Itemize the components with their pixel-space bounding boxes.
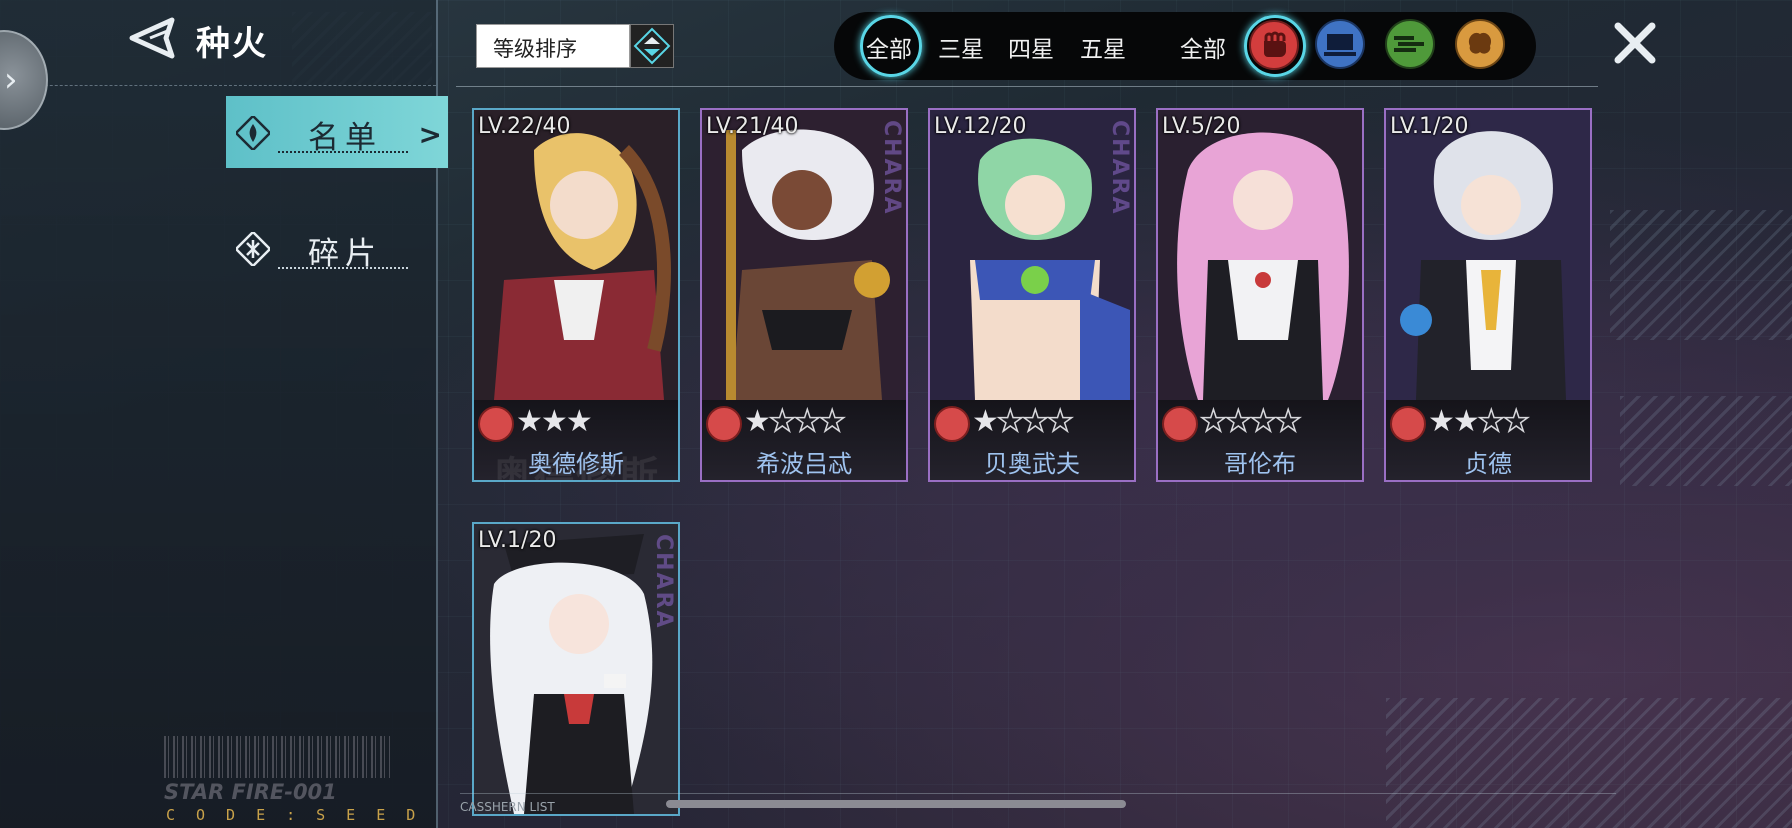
character-portrait <box>930 110 1134 400</box>
card-level: LV.12/20 <box>934 114 1027 139</box>
sort-toggle-icon[interactable] <box>630 24 674 68</box>
star-icon: ★ <box>516 404 543 439</box>
character-portrait <box>1386 110 1590 400</box>
character-card[interactable]: LV.21/40 CHARA ★★★★ 希波吕忒 <box>700 108 908 482</box>
divider <box>460 793 1616 794</box>
underline <box>278 267 408 269</box>
card-name: 贞德 <box>1464 450 1512 478</box>
star-rating: ★★★ <box>516 404 593 439</box>
filter-five-star[interactable]: 五星 <box>1080 30 1126 64</box>
barcode-label: STAR FIRE-001 <box>164 780 337 804</box>
star-rating: ★★★★ <box>1428 403 1530 440</box>
filter-rarity-all[interactable]: 全部 <box>866 30 912 64</box>
card-watermark: CHARA <box>1107 120 1132 216</box>
character-card[interactable]: LV.1/20 ★★★★ 贞德 <box>1384 108 1592 482</box>
star-icon: ★ <box>565 404 593 439</box>
fist-icon <box>934 406 970 442</box>
star-rating: ★★★★ <box>972 403 1074 440</box>
fist-icon <box>706 406 742 442</box>
horizontal-scrollbar[interactable] <box>666 800 1126 808</box>
star-icon: ★ <box>1249 403 1277 440</box>
card-level: LV.5/20 <box>1162 114 1241 139</box>
character-portrait <box>474 524 678 814</box>
star-icon: ★ <box>1274 403 1302 440</box>
chevron-right-icon: > <box>418 118 442 151</box>
card-name: 贝奥武夫 <box>984 450 1080 478</box>
fist-icon <box>1390 406 1426 442</box>
sidebar-item-fragments[interactable]: 碎片 <box>226 212 448 284</box>
star-icon: ★ <box>996 403 1024 440</box>
decor-stripes <box>1610 210 1792 340</box>
flame-diamond-icon <box>236 116 270 150</box>
card-footer: ★★★★ 贝奥武夫 <box>930 400 1134 480</box>
card-name: 奥德修斯 <box>528 450 624 478</box>
star-icon: ★ <box>1428 404 1455 439</box>
tech-icon[interactable] <box>1314 18 1366 70</box>
card-footer: ★★★★ 贞德 <box>1386 400 1590 480</box>
star-icon: ★ <box>540 404 568 439</box>
star-icon: ★ <box>972 404 999 439</box>
star-icon: ★ <box>744 404 771 439</box>
star-rating: ★★★★ <box>744 403 846 440</box>
fist-icon <box>478 406 514 442</box>
card-level: LV.1/20 <box>478 528 557 553</box>
fist-icon[interactable] <box>1248 19 1300 71</box>
card-watermark: CHARA <box>651 534 676 630</box>
star-icon: ★ <box>1224 403 1252 440</box>
character-portrait <box>1158 110 1362 400</box>
star-icon: ★ <box>1477 403 1505 440</box>
star-icon: ★ <box>1502 403 1530 440</box>
list-caption: CASSHERN LIST <box>460 800 555 814</box>
decor-stripes <box>1620 396 1792 486</box>
fist-icon <box>1162 406 1198 442</box>
card-name: 哥伦布 <box>1224 450 1296 478</box>
character-card[interactable]: LV.1/20 CHARA <box>472 522 680 816</box>
sidebar-item-list[interactable]: 名单 > <box>226 96 448 168</box>
card-level: LV.1/20 <box>1390 114 1469 139</box>
character-card[interactable]: LV.12/20 CHARA ★★★★ 贝奥武夫 <box>928 108 1136 482</box>
card-watermark: CHARA <box>879 120 904 216</box>
character-card[interactable]: LV.22/40 奥德修斯 ★★★ 奥德修斯 <box>472 108 680 482</box>
divider <box>456 86 1598 87</box>
chevron-right-icon: › <box>4 60 18 100</box>
brain-icon[interactable] <box>1454 18 1506 70</box>
code-label: CODE:SEED <box>166 806 437 824</box>
back-arrow-icon[interactable] <box>126 16 176 62</box>
card-footer: ★★★★ 哥伦布 <box>1158 400 1362 480</box>
underline <box>278 151 408 153</box>
divider <box>0 85 436 86</box>
star-icon: ★ <box>793 403 821 440</box>
barcode <box>164 736 390 778</box>
filter-class-all[interactable]: 全部 <box>1180 30 1226 64</box>
card-name: 希波吕忒 <box>756 450 852 478</box>
character-card[interactable]: LV.5/20 ★★★★ 哥伦布 <box>1156 108 1364 482</box>
star-rating: ★★★★ <box>1199 403 1302 440</box>
page-title: 种火 <box>196 24 268 64</box>
shard-diamond-icon <box>236 232 270 266</box>
card-footer: ★★★★ 希波吕忒 <box>702 400 906 480</box>
star-icon: ★ <box>1452 404 1480 439</box>
sort-dropdown[interactable]: 等级排序 <box>476 24 630 68</box>
card-level: LV.21/40 <box>706 114 799 139</box>
star-icon: ★ <box>1199 403 1227 440</box>
speed-icon[interactable] <box>1384 18 1436 70</box>
character-portrait <box>702 110 906 400</box>
decor-stripes <box>1386 698 1792 828</box>
star-icon: ★ <box>818 403 846 440</box>
filter-three-star[interactable]: 三星 <box>938 30 984 64</box>
sort-label: 等级排序 <box>493 37 577 61</box>
star-icon: ★ <box>1021 403 1049 440</box>
star-icon: ★ <box>768 403 796 440</box>
filter-four-star[interactable]: 四星 <box>1008 30 1054 64</box>
close-icon[interactable] <box>1612 20 1658 66</box>
star-icon: ★ <box>1046 403 1074 440</box>
card-footer: 奥德修斯 ★★★ 奥德修斯 <box>474 400 678 480</box>
card-level: LV.22/40 <box>478 114 571 139</box>
character-portrait <box>474 110 678 400</box>
